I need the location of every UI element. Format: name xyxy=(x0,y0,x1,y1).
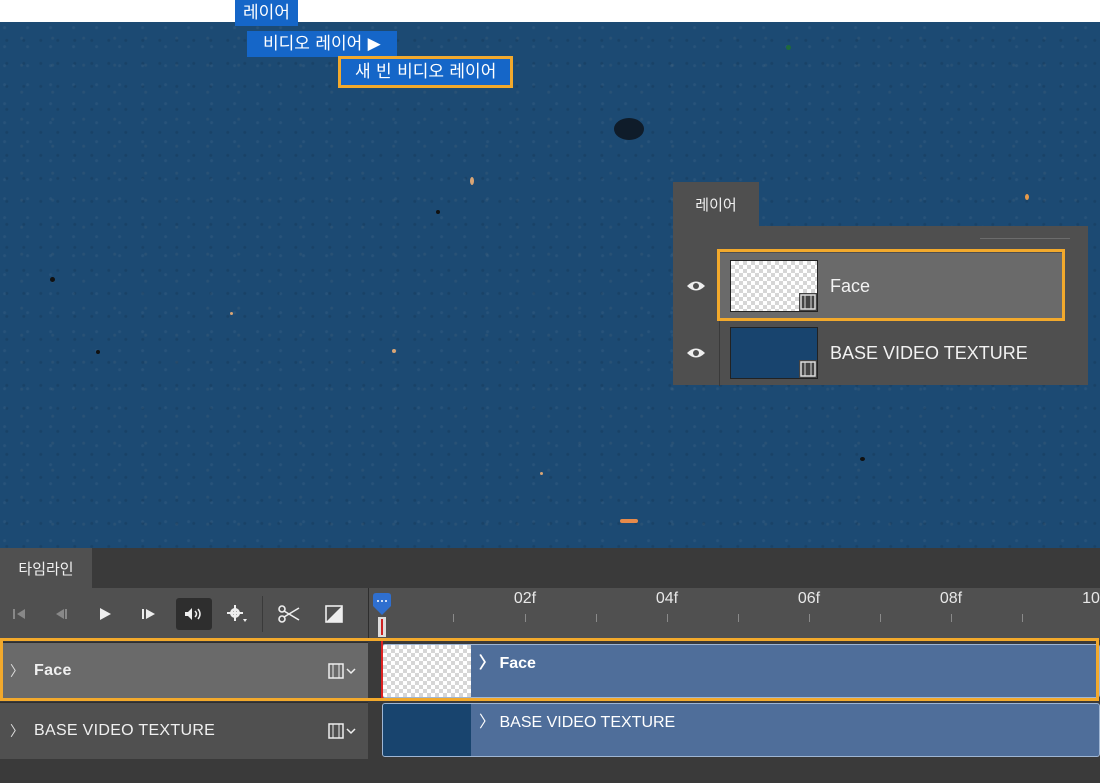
canvas-speck xyxy=(392,349,396,353)
skip-start-icon xyxy=(13,609,25,619)
playhead-handle[interactable] xyxy=(372,593,392,644)
ruler-tick xyxy=(738,614,739,622)
canvas-speck xyxy=(1025,194,1029,200)
clip-label: 〉 Face xyxy=(479,649,536,673)
film-menu-button[interactable] xyxy=(328,662,358,680)
canvas-speck xyxy=(860,457,865,461)
visibility-toggle[interactable] xyxy=(673,253,719,319)
layer-row-base-video-texture[interactable]: BASE VIDEO TEXTURE xyxy=(673,320,1088,386)
layers-panel-tab[interactable]: 레이어 xyxy=(673,182,759,226)
previous-frame-button[interactable] xyxy=(44,598,78,630)
film-icon xyxy=(799,360,817,378)
film-dropdown-icon xyxy=(328,663,356,679)
timeline-tab[interactable]: 타임라인 xyxy=(0,548,92,588)
expand-chevron-icon[interactable]: 〉 xyxy=(10,643,24,699)
layer-name: BASE VIDEO TEXTURE xyxy=(830,343,1028,363)
track-header-base-video-texture[interactable]: 〉 BASE VIDEO TEXTURE xyxy=(0,702,368,759)
clip-chevron: 〉 xyxy=(479,714,496,731)
clip-chevron: 〉 xyxy=(479,655,496,672)
clip-name: BASE VIDEO TEXTURE xyxy=(499,714,676,731)
ruler-label: 10 xyxy=(1082,590,1100,607)
step-back-icon xyxy=(56,609,67,619)
menu-video-layer[interactable]: 비디오 레이어 ▶ xyxy=(247,31,397,57)
canvas-speck xyxy=(436,210,440,214)
ruler-tick xyxy=(596,614,597,622)
eye-icon xyxy=(687,348,705,358)
layer-main[interactable]: BASE VIDEO TEXTURE xyxy=(719,320,1065,386)
ruler-tick xyxy=(525,614,526,622)
time-ruler[interactable]: 02f 04f 06f 08f 10 xyxy=(368,588,1100,640)
ruler-label: 04f xyxy=(655,590,679,607)
canvas-speck xyxy=(96,350,100,354)
layer-main[interactable]: Face xyxy=(719,253,1065,319)
track-name: Face xyxy=(34,662,72,679)
clip-thumbnail xyxy=(383,704,471,756)
play-button[interactable] xyxy=(88,598,122,630)
next-frame-button[interactable] xyxy=(132,598,166,630)
scissors-icon xyxy=(278,605,300,623)
transition-icon xyxy=(325,605,343,623)
gear-icon xyxy=(227,605,247,622)
play-icon xyxy=(100,608,111,620)
layer-thumbnail xyxy=(730,327,818,379)
go-to-first-frame-button[interactable] xyxy=(2,598,36,630)
layer-row-face[interactable]: Face xyxy=(673,253,1088,319)
ruler-label: 06f xyxy=(797,590,821,607)
expand-chevron-icon[interactable]: 〉 xyxy=(10,703,24,759)
ruler-tick xyxy=(951,614,952,622)
timeline-panel: 타임라인 02f 04f 06f 08f 10 〉 Face 〉 Face 〉 … xyxy=(0,548,1100,783)
settings-button[interactable] xyxy=(220,598,254,630)
playhead-icon xyxy=(373,593,391,637)
audio-button[interactable] xyxy=(176,598,212,630)
speaker-icon xyxy=(185,608,201,620)
clip-label: 〉 BASE VIDEO TEXTURE xyxy=(479,708,675,732)
controls-divider xyxy=(262,596,263,632)
canvas-speck xyxy=(786,45,791,50)
canvas-speck xyxy=(620,519,638,523)
menu-layer[interactable]: 레이어 xyxy=(235,0,298,26)
film-dropdown-icon xyxy=(328,723,356,739)
ruler-tick xyxy=(667,614,668,622)
timeline-controls xyxy=(0,588,368,640)
split-at-playhead-button[interactable] xyxy=(272,598,306,630)
clip-face[interactable]: 〉 Face xyxy=(382,644,1100,698)
ruler-label: 08f xyxy=(939,590,963,607)
canvas-speck xyxy=(50,277,55,282)
transition-button[interactable] xyxy=(317,598,351,630)
film-icon xyxy=(799,293,817,311)
film-menu-button[interactable] xyxy=(328,722,358,740)
ruler-tick xyxy=(1022,614,1023,622)
layer-thumbnail xyxy=(730,260,818,312)
step-forward-icon xyxy=(142,609,155,619)
clip-thumbnail xyxy=(383,645,471,697)
menu-new-blank-video-layer[interactable]: 새 빈 비디오 레이어 xyxy=(337,56,514,88)
layer-name: Face xyxy=(830,276,871,296)
clip-base-video-texture[interactable]: 〉 BASE VIDEO TEXTURE xyxy=(382,703,1100,757)
canvas-speck xyxy=(614,118,644,140)
canvas-speck xyxy=(540,472,543,475)
canvas-speck xyxy=(470,177,474,185)
track-header-face[interactable]: 〉 Face xyxy=(0,642,368,699)
ruler-tick xyxy=(453,614,454,622)
layers-panel: Face BASE VIDEO TEXTURE xyxy=(673,226,1088,386)
eye-icon xyxy=(687,281,705,291)
ruler-label: 02f xyxy=(513,590,537,607)
ruler-tick xyxy=(880,614,881,622)
track-name: BASE VIDEO TEXTURE xyxy=(34,722,216,739)
panel-divider xyxy=(980,238,1070,239)
visibility-toggle[interactable] xyxy=(673,320,719,386)
ruler-tick xyxy=(809,614,810,622)
timeline-tabstrip xyxy=(92,548,1100,589)
canvas-speck xyxy=(230,312,233,315)
playhead-line xyxy=(381,640,383,700)
clip-name: Face xyxy=(499,655,536,672)
